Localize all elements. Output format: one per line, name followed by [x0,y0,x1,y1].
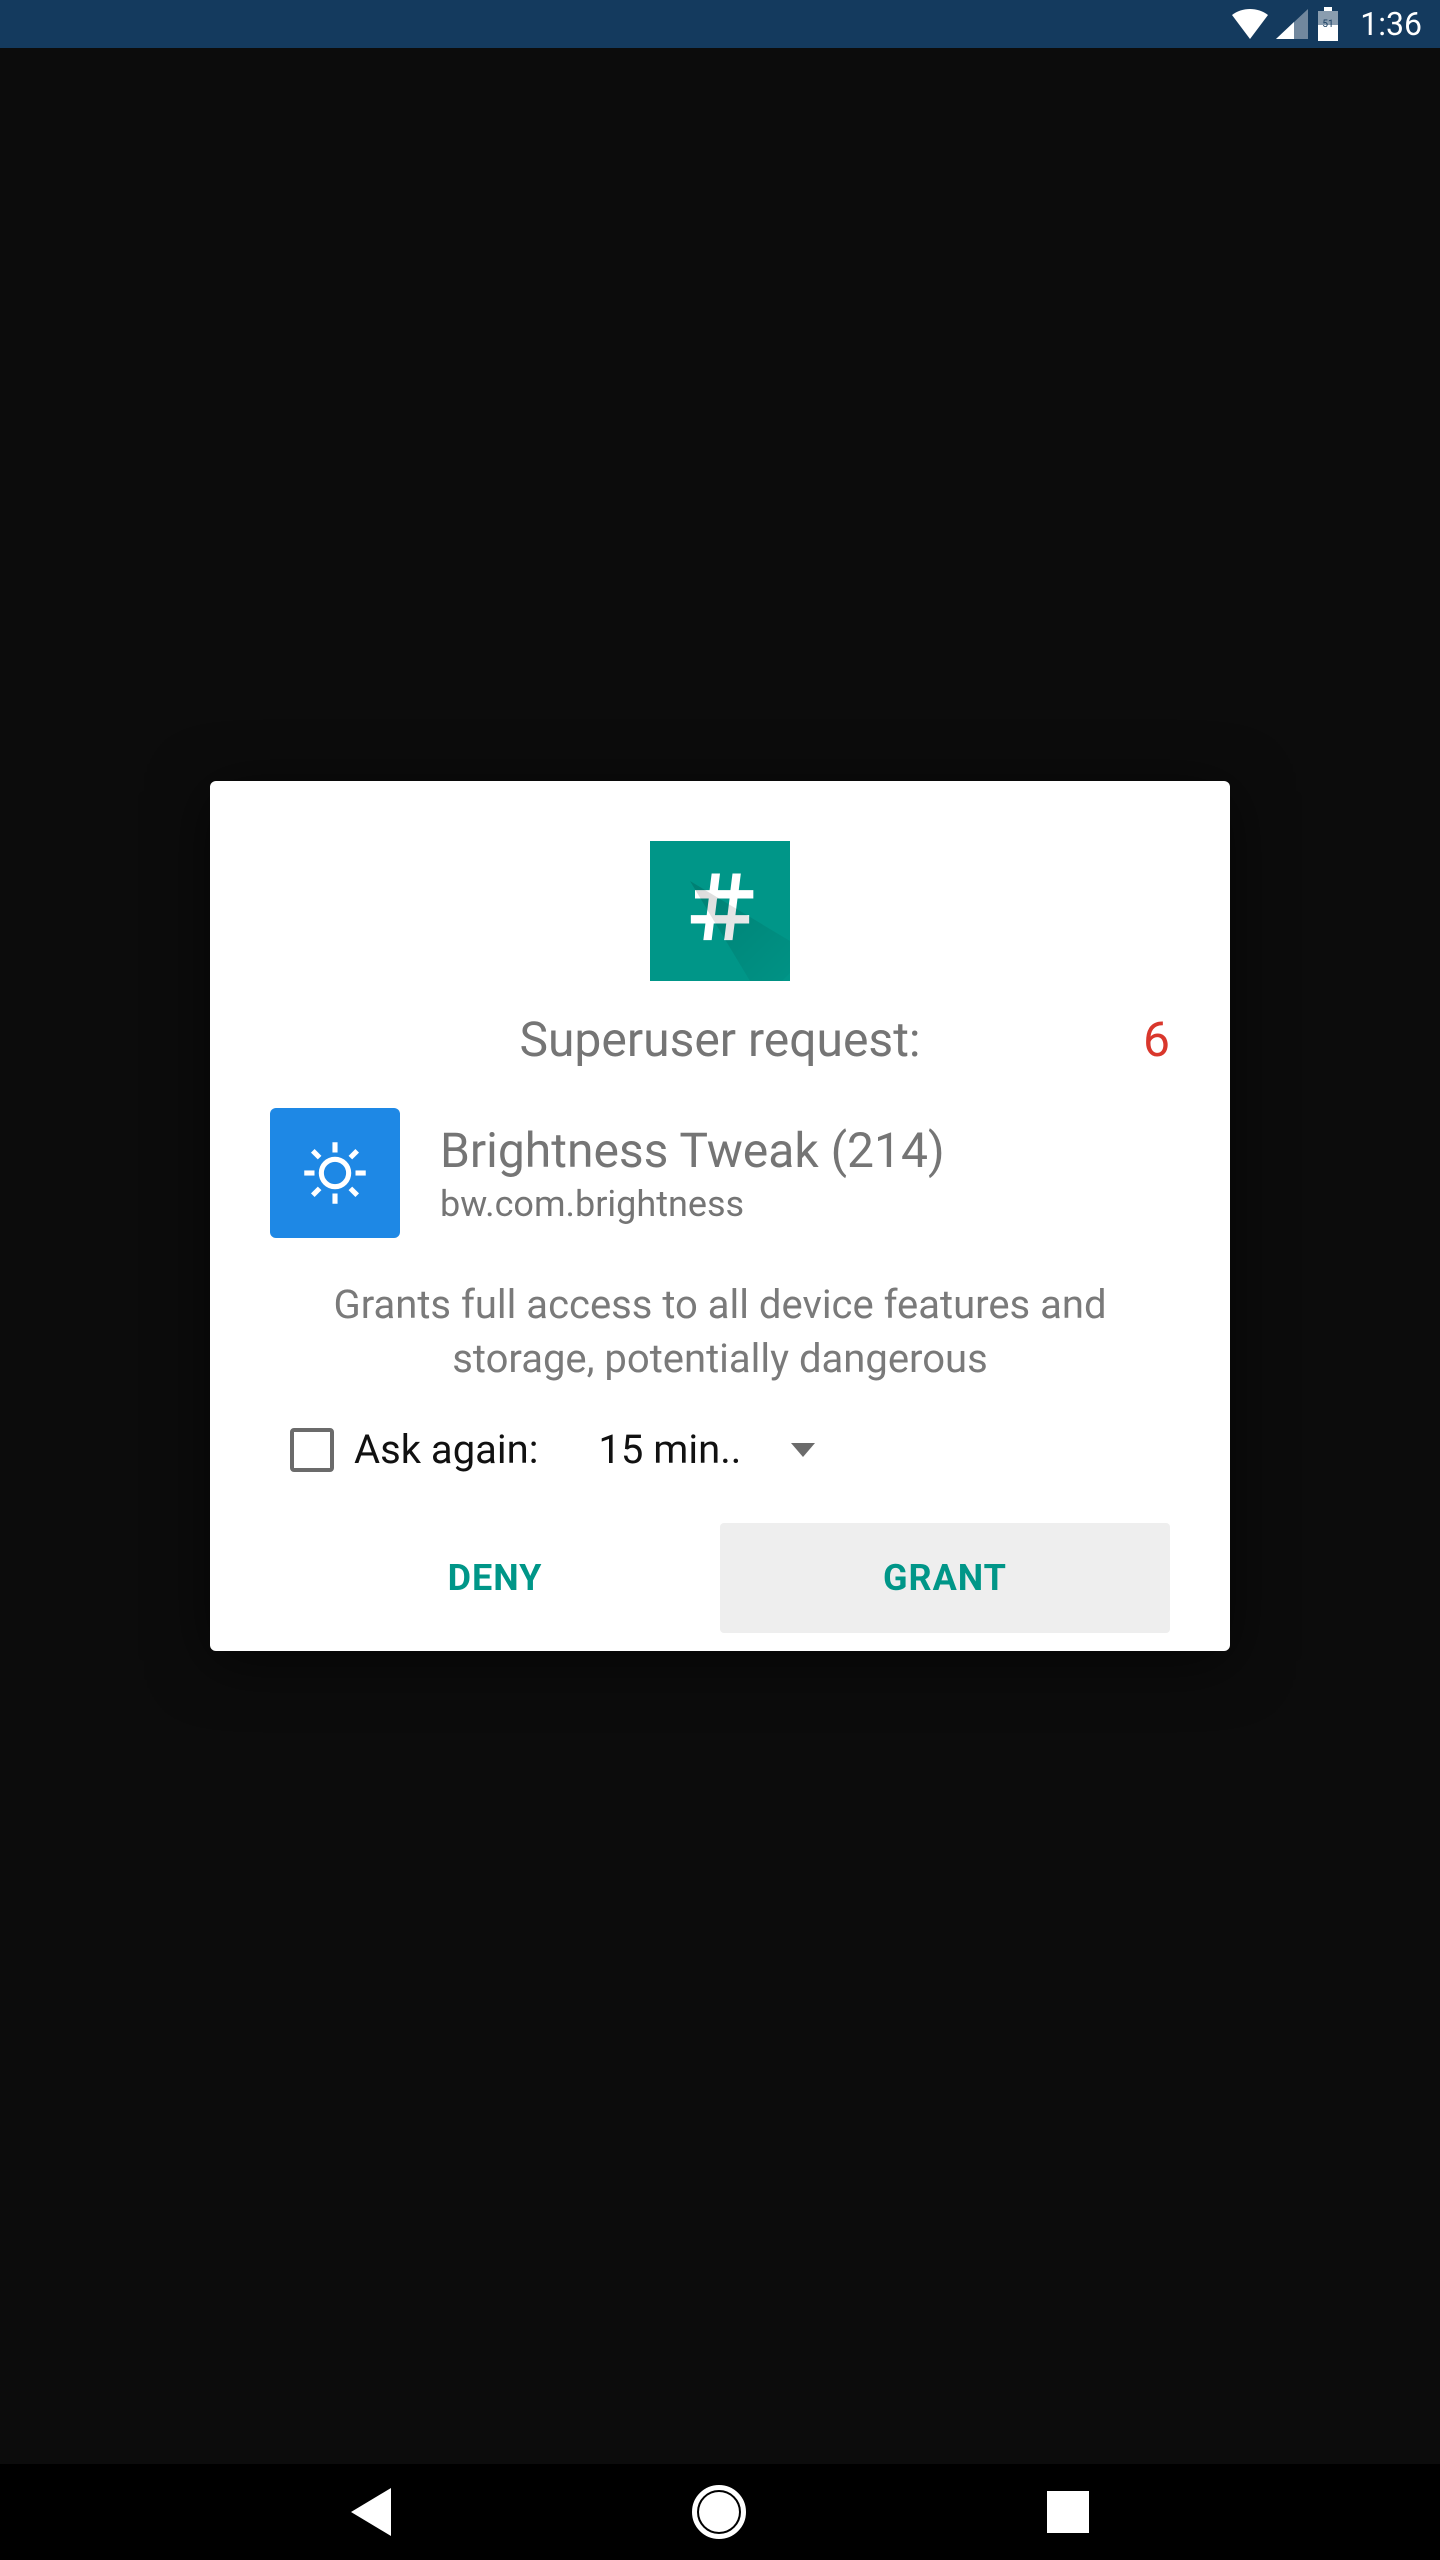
warning-text: Grants full access to all device feature… [270,1278,1170,1386]
requesting-app-package: bw.com.brightness [440,1183,945,1225]
deny-button[interactable]: DENY [270,1523,720,1633]
chevron-down-icon [791,1443,815,1457]
svg-text:51: 51 [1323,19,1334,30]
back-button[interactable] [351,2488,391,2536]
ask-again-label: Ask again: [354,1426,538,1473]
requesting-app-name: Brightness Tweak (214) [440,1122,945,1179]
countdown-timer: 6 [1143,1011,1170,1068]
status-time: 1:36 [1360,5,1422,43]
superuser-app-icon [650,841,790,981]
grant-button[interactable]: GRANT [720,1523,1170,1633]
dialog-title: Superuser request: [519,1011,920,1068]
navigation-bar [0,2464,1440,2560]
status-bar: 51 1:36 [0,0,1440,48]
ask-again-dropdown[interactable]: 15 min.. [598,1426,815,1473]
home-button[interactable] [692,2485,746,2539]
battery-icon: 51 [1316,7,1340,41]
ask-again-selected: 15 min.. [598,1426,741,1473]
ask-again-checkbox[interactable] [290,1428,334,1472]
requesting-app-icon [270,1108,400,1238]
recent-apps-button[interactable] [1047,2491,1089,2533]
superuser-dialog: Superuser request: 6 Brightn [210,781,1230,1651]
cellular-icon [1276,9,1308,39]
wifi-icon [1232,9,1268,39]
